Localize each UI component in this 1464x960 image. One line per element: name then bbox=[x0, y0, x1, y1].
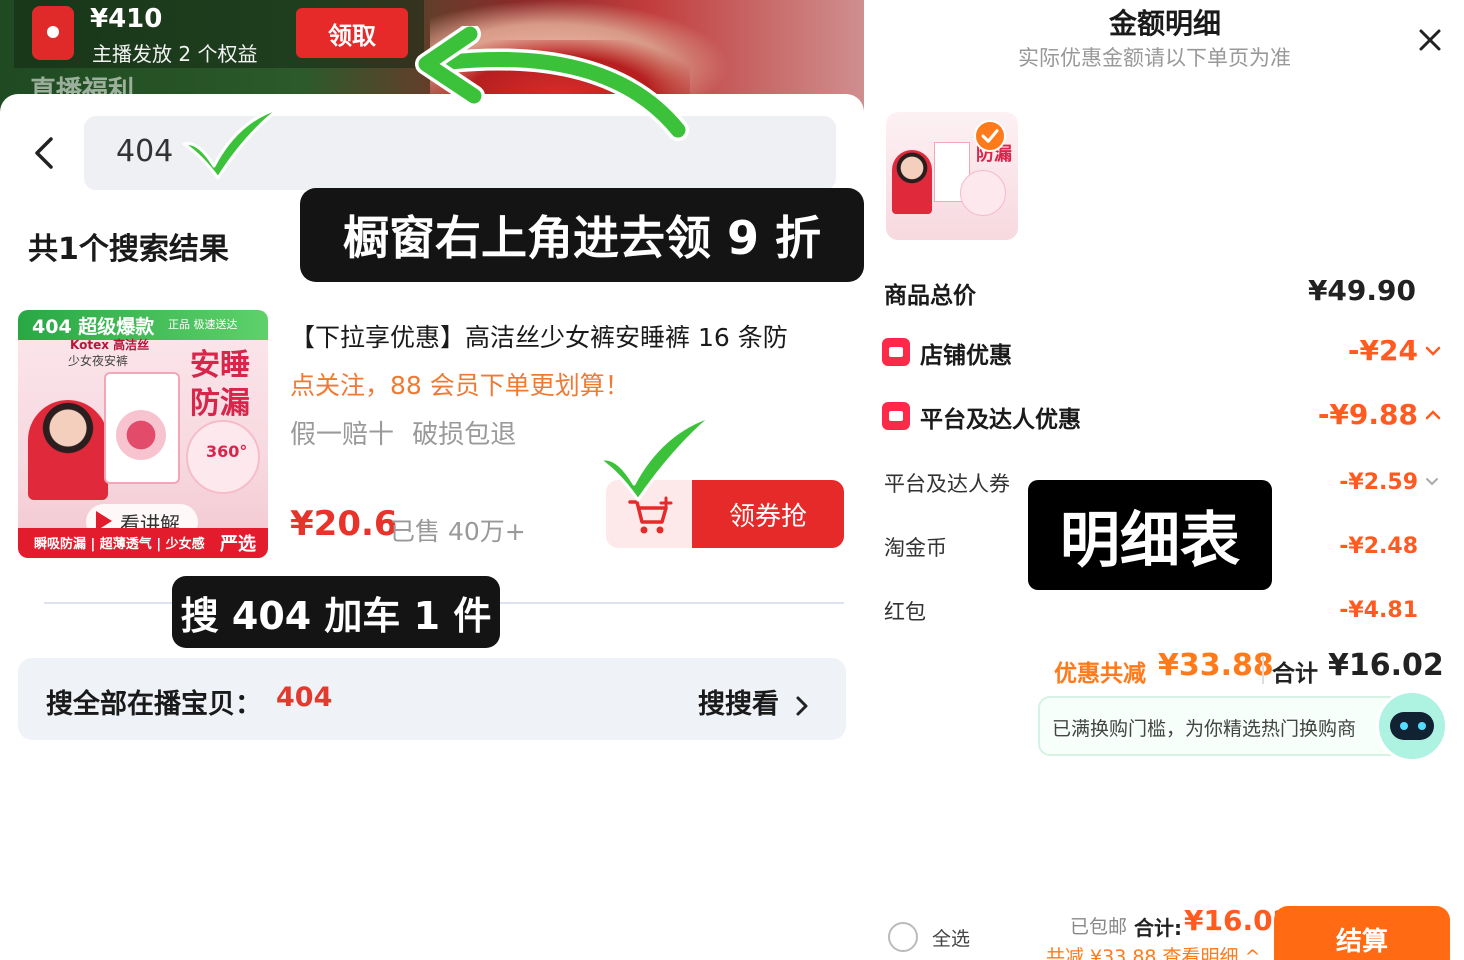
checkout-sum-label: 合计: bbox=[1134, 916, 1182, 940]
coupon-description: 主播发放 2 个权益 bbox=[92, 42, 258, 66]
detail-shop-value[interactable]: -¥24 bbox=[1240, 334, 1418, 367]
detail-sum-value: ¥16.02 bbox=[1328, 648, 1444, 683]
search-look-label: 搜搜看 bbox=[698, 689, 779, 720]
view-detail-link[interactable]: 共减 ¥33.88 查看明细 ^ bbox=[1046, 942, 1261, 960]
product-package-heart bbox=[116, 410, 166, 460]
chevron-down-icon[interactable] bbox=[1424, 344, 1442, 358]
detail-coin-value: -¥2.48 bbox=[1339, 534, 1418, 559]
shipping-status: 已包邮 bbox=[1070, 916, 1128, 938]
chevron-down-icon[interactable] bbox=[1424, 476, 1440, 488]
back-button[interactable] bbox=[24, 130, 64, 176]
product-promo: 点关注，88 会员下单更划算！ bbox=[290, 371, 630, 400]
product-price: ¥20.6 bbox=[290, 504, 398, 544]
detail-redpack-label: 红包 bbox=[884, 600, 926, 624]
search-look-button[interactable]: 搜搜看 bbox=[698, 682, 810, 721]
thumbnail-model bbox=[892, 150, 932, 214]
arrow-icon bbox=[415, 26, 689, 141]
coupon-icon bbox=[32, 6, 74, 60]
select-all-radio[interactable] bbox=[888, 922, 918, 952]
thumbnail-360-badge bbox=[960, 170, 1006, 216]
assistant-robot-eye bbox=[1400, 722, 1408, 730]
product-model-figure bbox=[28, 400, 108, 500]
assistant-robot-face bbox=[1390, 712, 1434, 740]
search-input-value: 404 bbox=[116, 134, 174, 169]
detail-saved-label: 优惠共减 bbox=[1054, 661, 1146, 687]
product-image-footer-text: 瞬吸防漏 | 超薄透气 | 少女感 bbox=[34, 537, 205, 552]
detail-sum-label: 合计 bbox=[1272, 661, 1318, 687]
detail-shop-label: 店铺优惠 bbox=[920, 343, 1012, 369]
swap-purchase-tip-text: 已满换购门槛，为你精选热门换购商 bbox=[1052, 718, 1357, 740]
detail-coupon-label: 平台及达人券 bbox=[884, 472, 1010, 496]
coupon-amount: ¥410 bbox=[90, 4, 163, 34]
detail-total-label: 商品总价 bbox=[884, 283, 976, 309]
detail-platform-label: 平台及达人优惠 bbox=[920, 407, 1081, 433]
product-360-text: 360° bbox=[206, 442, 248, 461]
product-image-footer-badge: 严选 bbox=[220, 534, 256, 555]
product-service-tags: 假一赔十 破损包退 bbox=[290, 420, 517, 450]
chevron-up-icon[interactable] bbox=[1424, 408, 1442, 422]
detail-platform-value[interactable]: -¥9.88 bbox=[1240, 398, 1418, 431]
tip-overlay-search: 搜 404 加车 1 件 bbox=[172, 576, 500, 648]
shop-icon bbox=[882, 338, 910, 366]
product-brand-logo: Kotex 高洁丝 bbox=[70, 338, 150, 352]
detail-saved-value: ¥33.88 bbox=[1158, 648, 1274, 683]
checkout-button[interactable]: 结算 bbox=[1274, 906, 1450, 960]
detail-coupon-value[interactable]: -¥2.59 bbox=[1280, 470, 1418, 495]
detail-total-value: ¥49.90 bbox=[1307, 274, 1416, 307]
chevron-right-icon bbox=[796, 696, 808, 715]
detail-redpack-value: -¥4.81 bbox=[1339, 598, 1418, 623]
product-title[interactable]: 【下拉享优惠】高洁丝少女裤安睡裤 16 条防 bbox=[290, 318, 830, 354]
tip-overlay-window: 橱窗右上角进去领 9 折 bbox=[300, 188, 864, 282]
product-ribbon-text: 404 超级爆款 bbox=[32, 316, 155, 338]
selected-check-icon[interactable] bbox=[974, 120, 1006, 152]
close-icon[interactable] bbox=[1412, 22, 1448, 58]
separator bbox=[1262, 656, 1264, 684]
search-all-label: 搜全部在播宝贝： bbox=[46, 689, 262, 720]
detail-subtitle: 实际优惠金额请以下单页为准 bbox=[1018, 46, 1291, 70]
chevron-left-icon bbox=[35, 137, 53, 169]
assistant-robot-eye bbox=[1418, 722, 1426, 730]
check-mark-icon bbox=[598, 414, 714, 502]
product-ribbon-small-text: 正品 极速送达 bbox=[168, 318, 238, 331]
product-image-headline-2: 防漏 bbox=[190, 386, 250, 421]
product-brand-sub: 少女夜安裤 bbox=[68, 354, 129, 368]
tip-overlay-detail: 明细表 bbox=[1028, 480, 1272, 590]
claim-coupon-button[interactable]: 领取 bbox=[296, 8, 408, 58]
select-all-label: 全选 bbox=[932, 928, 971, 950]
product-sold-count: 已售 40万+ bbox=[390, 517, 526, 546]
check-mark-icon bbox=[182, 106, 282, 180]
search-result-count: 共1个搜索结果 bbox=[28, 232, 229, 267]
detail-title: 金额明细 bbox=[1108, 7, 1221, 40]
platform-icon bbox=[882, 402, 910, 430]
search-all-keyword: 404 bbox=[276, 682, 333, 713]
detail-coin-label: 淘金币 bbox=[884, 536, 947, 560]
